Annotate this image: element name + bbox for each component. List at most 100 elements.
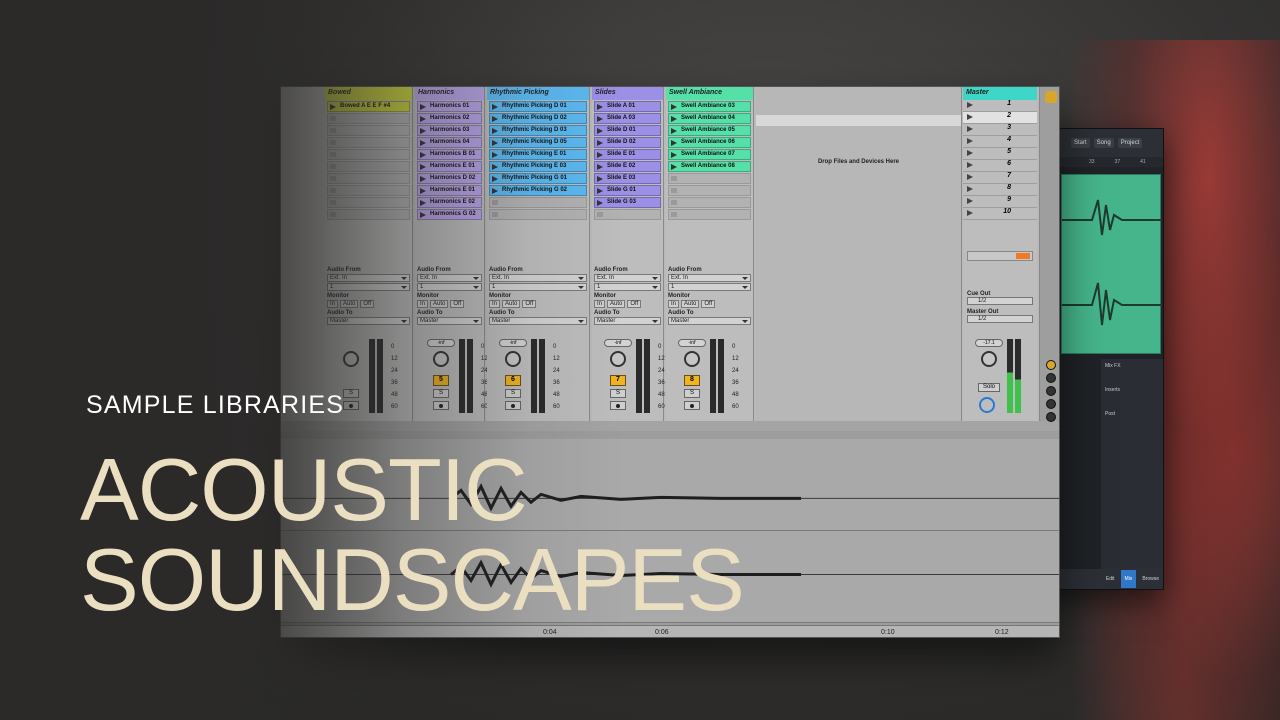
clip-slot[interactable]: Swell Ambiance 04 (668, 113, 751, 124)
audio-from-select[interactable]: Ext. In (327, 274, 410, 282)
monitor-in-button[interactable]: In (668, 300, 680, 308)
audio-from-select[interactable]: Ext. In (668, 274, 751, 282)
clip-slot[interactable]: Swell Ambiance 08 (668, 161, 751, 172)
clip-slot[interactable]: Harmonics 01 (417, 101, 482, 112)
clip-slot[interactable]: Rhythmic Picking D 03 (489, 125, 587, 136)
clip-slot[interactable]: Rhythmic Picking E 03 (489, 161, 587, 172)
audio-to-select[interactable]: Master (417, 317, 482, 325)
clip-slot[interactable]: Slide D 02 (594, 137, 661, 148)
audio-to-select[interactable]: Master (668, 317, 751, 325)
scene-launch-button[interactable]: 2 (963, 112, 1037, 124)
scene-launch-button[interactable]: 5 (963, 148, 1037, 160)
clip-slot[interactable]: Slide A 03 (594, 113, 661, 124)
clip-slot[interactable]: Harmonics 04 (417, 137, 482, 148)
clip-slot[interactable]: Harmonics G 02 (417, 209, 482, 220)
monitor-off-button[interactable]: Off (627, 300, 642, 308)
track-activator-button[interactable]: 8 (684, 375, 700, 386)
clip-slot[interactable]: Harmonics 02 (417, 113, 482, 124)
solo-button[interactable]: S (610, 389, 626, 398)
clip-slot[interactable]: Swell Ambiance 07 (668, 149, 751, 160)
clip-slot[interactable]: Slide E 01 (594, 149, 661, 160)
arm-button[interactable] (505, 401, 521, 410)
clip-slot[interactable]: Harmonics E 02 (417, 197, 482, 208)
clip-slot[interactable]: Rhythmic Picking G 02 (489, 185, 587, 196)
track-activator-button[interactable]: 7 (610, 375, 626, 386)
clip-slot[interactable]: Rhythmic Picking G 01 (489, 173, 587, 184)
clip-slot[interactable]: Slide E 02 (594, 161, 661, 172)
empty-clip-slot[interactable] (594, 209, 661, 220)
track-volume-readout[interactable]: -inf (499, 339, 527, 347)
track-volume-readout[interactable]: -inf (427, 339, 455, 347)
master-volume-readout[interactable]: -17.1 (975, 339, 1003, 347)
master-pan-knob[interactable] (981, 351, 997, 367)
track-header[interactable]: Bowed (325, 87, 412, 100)
track-header[interactable]: Harmonics (415, 87, 484, 100)
monitor-auto-button[interactable]: Auto (340, 300, 359, 308)
audio-to-select[interactable]: Master (594, 317, 661, 325)
track-pan-knob[interactable] (343, 351, 359, 367)
solo-button[interactable]: S (684, 389, 700, 398)
track-pan-knob[interactable] (684, 351, 700, 367)
clip-slot[interactable]: Harmonics B 01 (417, 149, 482, 160)
clip-slot[interactable]: Harmonics E 01 (417, 161, 482, 172)
empty-clip-slot[interactable] (668, 185, 751, 196)
scene-launch-button[interactable]: 10 (963, 208, 1037, 220)
track-pan-knob[interactable] (610, 351, 626, 367)
audio-from-select[interactable]: Ext. In (417, 274, 482, 282)
scene-launch-button[interactable]: 1 (963, 100, 1037, 112)
monitor-off-button[interactable]: Off (450, 300, 465, 308)
audio-to-select[interactable]: Master (489, 317, 587, 325)
daw2-edit-tab[interactable]: Edit (1106, 576, 1115, 582)
mixer-toggle-icon[interactable] (1045, 399, 1056, 409)
empty-clip-slot[interactable] (327, 137, 410, 148)
daw2-mix-tab[interactable]: Mix (1120, 570, 1137, 588)
daw2-browse-tab[interactable]: Browse (1142, 576, 1159, 582)
solo-button[interactable]: S (343, 389, 359, 398)
overview-toggle-icon[interactable] (1044, 91, 1057, 103)
master-play-indicator[interactable] (1016, 253, 1030, 259)
clip-slot[interactable]: Slide E 03 (594, 173, 661, 184)
track-header[interactable]: Swell Ambiance (666, 87, 753, 100)
empty-clip-slot[interactable] (668, 173, 751, 184)
clip-slot[interactable]: Harmonics D 02 (417, 173, 482, 184)
track-pan-knob[interactable] (505, 351, 521, 367)
monitor-auto-button[interactable]: Auto (607, 300, 626, 308)
empty-clip-slot[interactable] (327, 173, 410, 184)
track-activator-button[interactable]: 5 (433, 375, 449, 386)
solo-button[interactable]: S (505, 389, 521, 398)
audio-from-select[interactable]: Ext. In (594, 274, 661, 282)
empty-clip-slot[interactable] (327, 125, 410, 136)
clip-slot[interactable]: Rhythmic Picking D 05 (489, 137, 587, 148)
track-header[interactable]: Rhythmic Picking (487, 87, 589, 100)
monitor-in-button[interactable]: In (327, 300, 339, 308)
monitor-off-button[interactable]: Off (701, 300, 716, 308)
monitor-in-button[interactable]: In (417, 300, 429, 308)
monitor-off-button[interactable]: Off (360, 300, 375, 308)
clip-slot[interactable]: Slide D 01 (594, 125, 661, 136)
scene-launch-button[interactable]: 9 (963, 196, 1037, 208)
scene-launch-button[interactable]: 6 (963, 160, 1037, 172)
audio-from-select[interactable]: Ext. In (489, 274, 587, 282)
monitor-in-button[interactable]: In (594, 300, 606, 308)
scene-launch-button[interactable]: 8 (963, 184, 1037, 196)
empty-clip-slot[interactable] (327, 209, 410, 220)
cue-out-select[interactable]: 1/2 (967, 297, 1033, 305)
monitor-auto-button[interactable]: Auto (681, 300, 700, 308)
input-channel-select[interactable]: 1 (489, 283, 587, 291)
daw2-audio-event[interactable] (1061, 174, 1162, 354)
track-volume-readout[interactable]: -inf (604, 339, 632, 347)
clip-slot[interactable]: Rhythmic Picking D 01 (489, 101, 587, 112)
empty-clip-slot[interactable] (327, 113, 410, 124)
clip-slot[interactable]: Swell Ambiance 03 (668, 101, 751, 112)
scene-launch-button[interactable]: 7 (963, 172, 1037, 184)
empty-clip-slot[interactable] (668, 209, 751, 220)
empty-clip-slot[interactable] (489, 197, 587, 208)
sends-toggle-icon[interactable] (1045, 373, 1056, 383)
clip-slot[interactable]: Swell Ambiance 06 (668, 137, 751, 148)
daw2-project-button[interactable]: Project (1117, 138, 1143, 148)
empty-clip-slot[interactable] (668, 197, 751, 208)
clip-slot[interactable]: Slide A 01 (594, 101, 661, 112)
input-channel-select[interactable]: 1 (417, 283, 482, 291)
audio-to-select[interactable]: Master (327, 317, 410, 325)
monitor-in-button[interactable]: In (489, 300, 501, 308)
